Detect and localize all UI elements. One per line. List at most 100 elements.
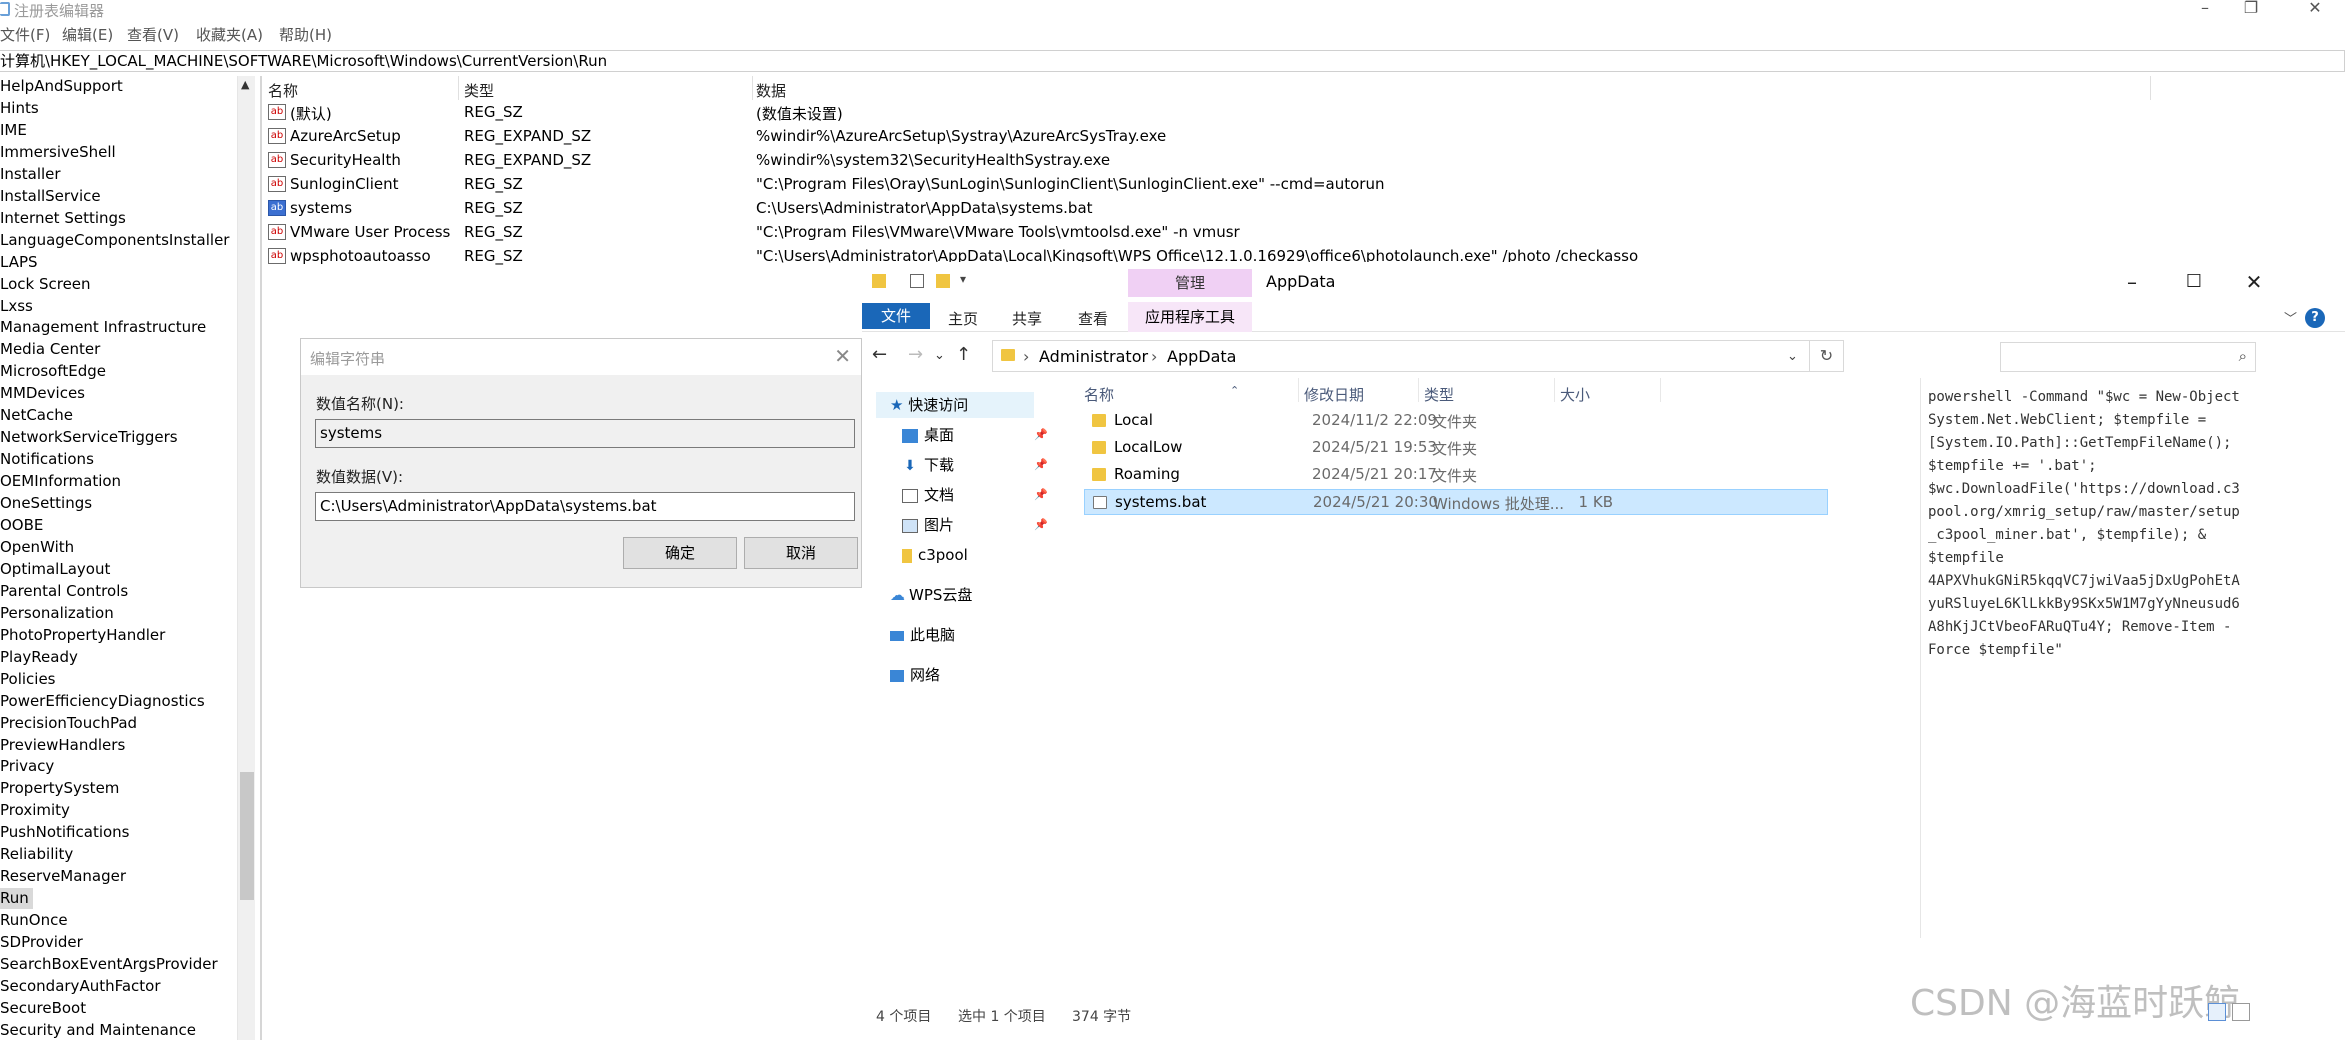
pin-icon[interactable]: 📌	[1034, 488, 1048, 501]
tree-item[interactable]: Parental Controls	[0, 581, 128, 602]
tree-item[interactable]: PushNotifications	[0, 822, 130, 843]
tree-item[interactable]: OEMInformation	[0, 471, 121, 492]
tree-item[interactable]: NetworkServiceTriggers	[0, 427, 178, 448]
tree-item[interactable]: OptimalLayout	[0, 559, 110, 580]
tree-item[interactable]: Internet Settings	[0, 208, 126, 229]
dialog-close-icon[interactable]: ✕	[834, 344, 851, 368]
tree-item[interactable]: InstallService	[0, 186, 101, 207]
menu-view[interactable]: 查看(V)	[127, 24, 179, 45]
help-icon[interactable]: ?	[2305, 308, 2325, 328]
menu-file[interactable]: 文件(F)	[0, 24, 50, 45]
menu-edit[interactable]: 编辑(E)	[62, 24, 113, 45]
tree-item[interactable]: HelpAndSupport	[0, 76, 123, 97]
registry-value-row[interactable]: ab SunloginClient REG_SZ "C:\Program Files\…	[262, 172, 2142, 196]
tree-item[interactable]: OpenWith	[0, 537, 74, 558]
column-name[interactable]: 名称	[268, 80, 298, 101]
column-name[interactable]: 名称	[1084, 384, 1114, 405]
tree-item[interactable]: Security and Maintenance	[0, 1020, 196, 1040]
column-data[interactable]: 数据	[756, 80, 786, 101]
file-row[interactable]: Roaming 2024/5/21 20:17 文件夹	[1084, 462, 1828, 488]
tree-item[interactable]: Media Center	[0, 339, 100, 360]
registry-value-row[interactable]: ab (默认) REG_SZ (数值未设置)	[262, 100, 2142, 124]
nav-quick-access[interactable]: ★ 快速访问	[876, 392, 1034, 418]
tree-item[interactable]: LanguageComponentsInstaller	[0, 230, 229, 251]
tree-item[interactable]: PreviewHandlers	[0, 735, 125, 756]
tab-home[interactable]: 主页	[948, 308, 978, 329]
tree-item[interactable]: PhotoPropertyHandler	[0, 625, 165, 646]
nav-wps-cloud[interactable]: ☁ WPS云盘	[890, 582, 972, 608]
nav-c3pool[interactable]: c3pool	[902, 542, 968, 568]
tree-item[interactable]: Hints	[0, 98, 39, 119]
customize-quick-access-icon[interactable]: ▾	[960, 272, 966, 286]
tree-item[interactable]: Privacy	[0, 756, 54, 777]
breadcrumb-administrator[interactable]: Administrator	[1039, 347, 1148, 366]
tree-item[interactable]: RunOnce	[0, 910, 68, 931]
tab-share[interactable]: 共享	[1012, 308, 1042, 329]
tree-item[interactable]: SearchBoxEventArgsProvider	[0, 954, 218, 975]
manage-context-tab[interactable]: 管理	[1128, 269, 1252, 297]
regedit-address-bar[interactable]: 计算机\HKEY_LOCAL_MACHINE\SOFTWARE\Microsof…	[0, 50, 2345, 72]
ribbon-expand-icon[interactable]: ﹀	[2284, 308, 2297, 327]
file-row[interactable]: systems.bat 2024/5/21 20:30 Windows 批处理...…	[1084, 489, 1828, 515]
nav-documents[interactable]: 文档	[902, 482, 954, 508]
tree-item[interactable]: MicrosoftEdge	[0, 361, 106, 382]
tree-item[interactable]: Run	[0, 888, 33, 910]
menu-favorites[interactable]: 收藏夹(A)	[196, 24, 263, 45]
tree-item[interactable]: Lock Screen	[0, 274, 91, 295]
tree-item[interactable]: LAPS	[0, 252, 38, 273]
registry-value-row[interactable]: ab SecurityHealth REG_EXPAND_SZ %windir%\sy…	[262, 148, 2142, 172]
breadcrumb-appdata[interactable]: AppData	[1167, 347, 1236, 366]
properties-icon[interactable]	[910, 274, 924, 288]
tree-item[interactable]: NetCache	[0, 405, 73, 426]
tab-view[interactable]: 查看	[1078, 308, 1108, 329]
preview-splitter[interactable]	[1920, 378, 1921, 938]
explorer-address-bar[interactable]: › Administrator › AppData ⌄	[992, 340, 1810, 372]
column-size[interactable]: 大小	[1560, 384, 1590, 405]
registry-value-row[interactable]: ab AzureArcSetup REG_EXPAND_SZ %windir%\Azu…	[262, 124, 2142, 148]
tree-item[interactable]: Notifications	[0, 449, 94, 470]
nav-this-pc[interactable]: 此电脑	[890, 622, 955, 648]
file-row[interactable]: LocalLow 2024/5/21 19:53 文件夹	[1084, 435, 1828, 461]
tree-item[interactable]: Policies	[0, 669, 55, 690]
tree-item[interactable]: OOBE	[0, 515, 43, 536]
tree-item[interactable]: Installer	[0, 164, 61, 185]
new-folder-icon[interactable]	[936, 274, 950, 288]
tab-application-tools[interactable]: 应用程序工具	[1128, 302, 1252, 332]
column-type[interactable]: 类型	[1424, 384, 1454, 405]
ok-button[interactable]: 确定	[623, 537, 737, 569]
tree-item[interactable]: Personalization	[0, 603, 114, 624]
registry-value-row[interactable]: ab VMware User Process REG_SZ "C:\Program F…	[262, 220, 2142, 244]
maximize-icon[interactable]: ☐	[2174, 268, 2214, 296]
tab-file[interactable]: 文件	[862, 303, 930, 329]
recent-locations-icon[interactable]: ⌄	[934, 348, 945, 363]
registry-value-row[interactable]: ab systems REG_SZ C:\Users\Administrator\Ap…	[262, 196, 2142, 220]
pin-icon[interactable]: 📌	[1034, 428, 1048, 441]
pin-icon[interactable]: 📌	[1034, 518, 1048, 531]
tree-item[interactable]: SecondaryAuthFactor	[0, 976, 161, 997]
close-icon[interactable]: ✕	[2300, 0, 2330, 18]
value-name-field[interactable]: systems	[315, 419, 855, 448]
tree-item[interactable]: Reliability	[0, 844, 73, 865]
tree-item[interactable]: MMDevices	[0, 383, 85, 404]
refresh-icon[interactable]: ↻	[1810, 340, 1844, 372]
up-arrow-icon[interactable]: ↑	[956, 344, 971, 365]
restore-icon[interactable]: ❐	[2236, 0, 2266, 18]
menu-help[interactable]: 帮助(H)	[279, 24, 332, 45]
tree-item[interactable]: SDProvider	[0, 932, 83, 953]
tree-item[interactable]: Lxss	[0, 296, 33, 317]
minimize-icon[interactable]: –	[2112, 268, 2152, 296]
pin-icon[interactable]: 📌	[1034, 458, 1048, 471]
nav-desktop[interactable]: 桌面	[902, 422, 954, 448]
address-dropdown-icon[interactable]: ⌄	[1787, 349, 1798, 364]
tree-item[interactable]: PlayReady	[0, 647, 78, 668]
tree-item[interactable]: ImmersiveShell	[0, 142, 116, 163]
tree-item[interactable]: PowerEfficiencyDiagnostics	[0, 691, 205, 712]
column-modified-date[interactable]: 修改日期	[1304, 384, 1364, 405]
tree-scrollbar[interactable]: ▲	[237, 76, 255, 1040]
tree-item[interactable]: IME	[0, 120, 27, 141]
tree-item[interactable]: SecureBoot	[0, 998, 86, 1019]
scrollbar-thumb[interactable]	[240, 772, 254, 900]
large-icons-view-icon[interactable]	[2232, 1003, 2250, 1021]
tree-item[interactable]: Proximity	[0, 800, 70, 821]
details-view-icon[interactable]	[2208, 1003, 2226, 1021]
